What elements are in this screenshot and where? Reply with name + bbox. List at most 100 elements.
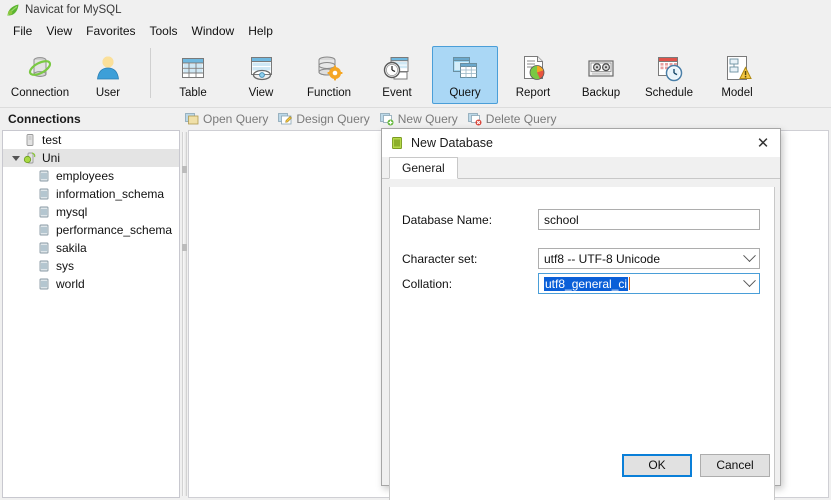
- collation-value: utf8_general_ci: [544, 276, 629, 291]
- new-database-dialog: New Database ✕ General Database Name: sc…: [381, 128, 781, 500]
- delete-query-icon: [467, 112, 482, 126]
- query-icon: [449, 52, 481, 84]
- tree-node-sakila[interactable]: sakila: [3, 239, 179, 257]
- toolbar-label-query: Query: [449, 87, 481, 99]
- character-set-value: utf8 -- UTF-8 Unicode: [544, 251, 661, 266]
- database-icon: [37, 241, 51, 255]
- text-caret: [629, 276, 631, 290]
- menu-file[interactable]: File: [6, 22, 39, 40]
- tree-node-world[interactable]: world: [3, 275, 179, 293]
- form-row-character-set: Character set: utf8 -- UTF-8 Unicode: [390, 248, 774, 269]
- design-query-label: Design Query: [296, 112, 370, 126]
- tree-node-performance-schema[interactable]: performance_schema: [3, 221, 179, 239]
- character-set-combo[interactable]: utf8 -- UTF-8 Unicode: [538, 248, 760, 269]
- toolbar-button-connection[interactable]: Connection: [7, 46, 73, 104]
- tree-label-sys: sys: [56, 259, 74, 273]
- schedule-icon: [653, 52, 685, 84]
- toolbar-button-model[interactable]: Model: [704, 46, 770, 104]
- database-icon: [37, 259, 51, 273]
- open-query-button[interactable]: Open Query: [185, 112, 268, 126]
- design-query-icon: [278, 112, 293, 126]
- toolbar-label-function: Function: [306, 87, 352, 99]
- toolbar-button-view[interactable]: View: [228, 46, 294, 104]
- menu-window[interactable]: Window: [185, 22, 242, 40]
- delete-query-button[interactable]: Delete Query: [467, 112, 557, 126]
- dialog-tab-strip: General: [382, 157, 780, 179]
- tree-node-mysql[interactable]: mysql: [3, 203, 179, 221]
- tree-label-employees: employees: [56, 169, 115, 183]
- backup-icon: [585, 52, 617, 84]
- view-icon: [245, 52, 277, 84]
- splitter-grip: [182, 166, 187, 173]
- menu-favorites[interactable]: Favorites: [79, 22, 142, 40]
- dialog-title: New Database: [411, 136, 493, 150]
- toolbar-label-user: User: [95, 87, 121, 99]
- tree-node-uni[interactable]: Uni: [3, 149, 179, 167]
- tree-label-test: test: [42, 133, 62, 147]
- database-icon: [37, 223, 51, 237]
- tree-label-world: world: [56, 277, 85, 291]
- server-icon: [23, 133, 37, 147]
- toolbar-button-table[interactable]: Table: [160, 46, 226, 104]
- menu-bar: File View Favorites Tools Window Help: [0, 20, 831, 42]
- tree-label-uni: Uni: [42, 151, 61, 165]
- toolbar-button-schedule[interactable]: Schedule: [636, 46, 702, 104]
- close-icon[interactable]: ✕: [746, 129, 780, 157]
- title-bar: Navicat for MySQL: [0, 0, 831, 20]
- event-icon: [381, 52, 413, 84]
- database-name-input[interactable]: school: [538, 209, 760, 230]
- table-icon: [177, 52, 209, 84]
- dialog-title-bar: New Database ✕: [382, 129, 780, 157]
- new-query-icon: [379, 112, 394, 126]
- toolbar-label-view: View: [248, 87, 274, 99]
- toolbar-label-event: Event: [382, 87, 412, 99]
- new-query-label: New Query: [397, 112, 458, 126]
- delete-query-label: Delete Query: [485, 112, 557, 126]
- window-title: Navicat for MySQL: [25, 4, 122, 16]
- navicat-window: Navicat for MySQL File View Favorites To…: [0, 0, 831, 500]
- menu-tools[interactable]: Tools: [143, 22, 185, 40]
- open-query-label: Open Query: [203, 112, 269, 126]
- tree-node-sys[interactable]: sys: [3, 257, 179, 275]
- menu-help[interactable]: Help: [241, 22, 280, 40]
- tree-node-test[interactable]: test: [3, 131, 179, 149]
- panel-splitter[interactable]: [181, 130, 188, 498]
- toolbar-button-user[interactable]: User: [75, 46, 141, 104]
- design-query-button[interactable]: Design Query: [278, 112, 370, 126]
- model-icon: [721, 52, 753, 84]
- toolbar-button-report[interactable]: Report: [500, 46, 566, 104]
- ok-button[interactable]: OK: [622, 453, 692, 477]
- toolbar-label-model: Model: [721, 87, 753, 99]
- connections-tree[interactable]: test Uni employees information_schema my…: [2, 130, 180, 498]
- tree-node-information-schema[interactable]: information_schema: [3, 185, 179, 203]
- chevron-down-icon[interactable]: [9, 155, 23, 161]
- chevron-down-icon: [743, 249, 756, 263]
- cancel-button[interactable]: Cancel: [700, 453, 770, 477]
- function-icon: [313, 52, 345, 84]
- database-green-icon: [390, 136, 404, 150]
- toolbar-label-schedule: Schedule: [645, 87, 693, 99]
- form-row-collation: Collation: utf8_general_ci: [390, 273, 774, 294]
- new-query-button[interactable]: New Query: [379, 112, 458, 126]
- open-query-icon: [185, 112, 199, 126]
- tree-label-performance-schema: performance_schema: [56, 223, 173, 237]
- tree-label-mysql: mysql: [56, 205, 88, 219]
- toolbar-separator: [150, 48, 151, 98]
- collation-combo[interactable]: utf8_general_ci: [538, 273, 760, 294]
- toolbar-button-function[interactable]: Function: [296, 46, 362, 104]
- toolbar-button-backup[interactable]: Backup: [568, 46, 634, 104]
- collation-value-wrap: utf8_general_ci: [544, 276, 745, 291]
- menu-view[interactable]: View: [39, 22, 79, 40]
- database-icon: [37, 277, 51, 291]
- splitter-grip: [182, 244, 187, 251]
- navicat-leaf-icon: [6, 3, 20, 17]
- toolbar-button-query[interactable]: Query: [432, 46, 498, 104]
- character-set-label: Character set:: [402, 251, 478, 266]
- tab-general[interactable]: General: [389, 157, 458, 179]
- form-row-database-name: Database Name: school: [390, 209, 774, 230]
- tree-node-employees[interactable]: employees: [3, 167, 179, 185]
- toolbar-button-event[interactable]: Event: [364, 46, 430, 104]
- database-icon: [37, 169, 51, 183]
- chevron-down-icon: [743, 274, 756, 288]
- toolbar-label-backup: Backup: [581, 87, 621, 99]
